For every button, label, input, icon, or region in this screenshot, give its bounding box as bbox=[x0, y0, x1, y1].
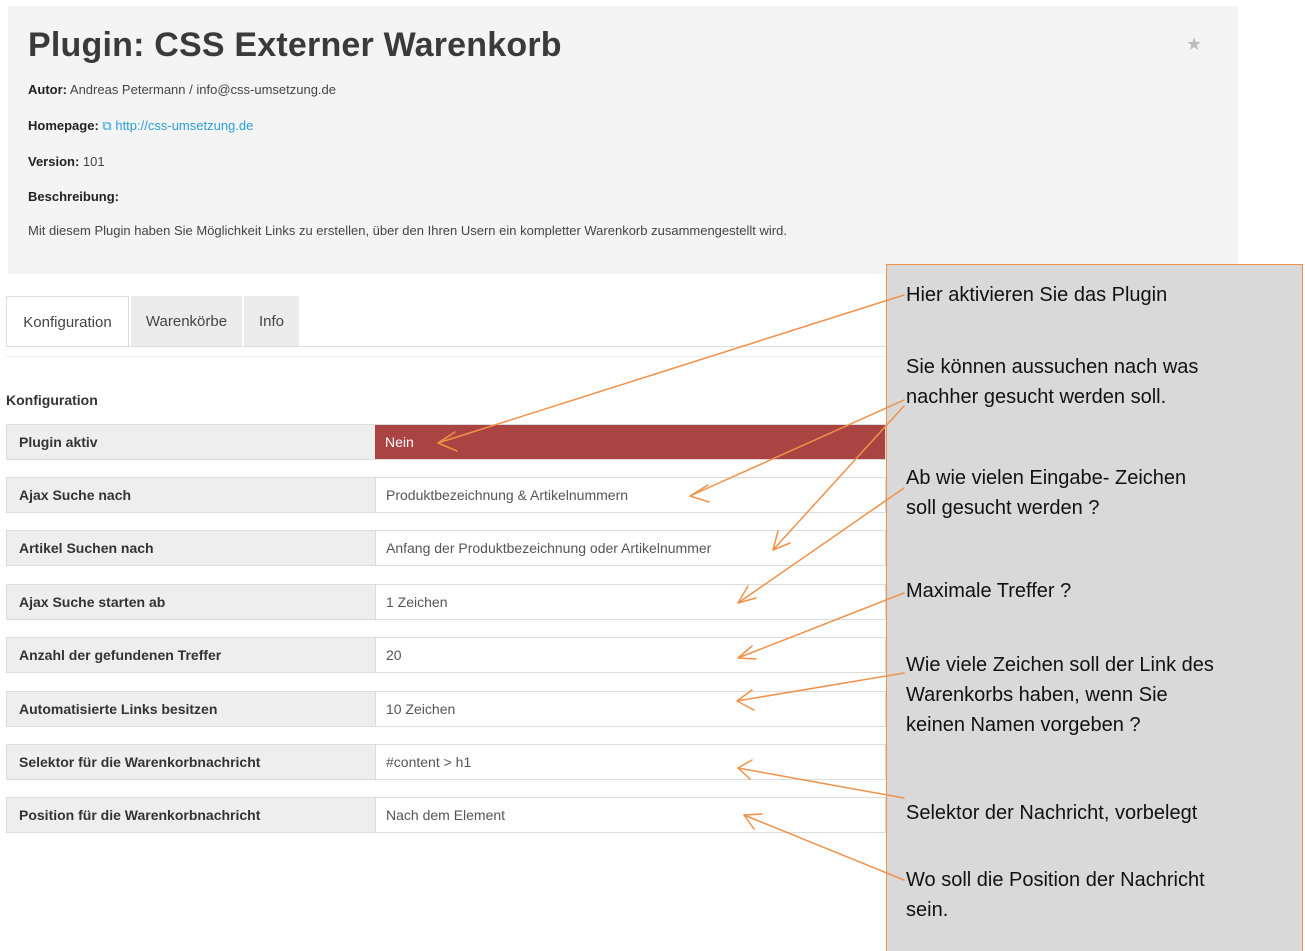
annotation-note: Wo soll die Position der Nachricht sein. bbox=[906, 865, 1296, 925]
annotation-note: Ab wie vielen Eingabe- Zeichen soll gesu… bbox=[906, 463, 1296, 523]
annotation-note: Wie viele Zeichen soll der Link des Ware… bbox=[906, 650, 1296, 740]
config-row-selektor: Selektor für die Warenkorbnachricht #con… bbox=[6, 744, 886, 780]
config-value[interactable]: Nach dem Element bbox=[375, 798, 885, 832]
section-title: Konfiguration bbox=[6, 392, 98, 408]
version-label: Version: bbox=[28, 154, 80, 169]
config-value[interactable]: 10 Zeichen bbox=[375, 692, 885, 726]
annotation-line: keinen Namen vorgeben ? bbox=[906, 714, 1141, 736]
tab-konfiguration[interactable]: Konfiguration bbox=[6, 296, 129, 347]
config-value-status-badge[interactable]: Nein bbox=[375, 425, 885, 459]
annotation-line: nachher gesucht werden soll. bbox=[906, 386, 1167, 408]
annotation-line: Wie viele Zeichen soll der Link des bbox=[906, 654, 1214, 676]
annotation-line: Sie können aussuchen nach was bbox=[906, 356, 1199, 378]
annotation-line: Maximale Treffer ? bbox=[906, 580, 1072, 602]
config-row-automatisierte-links: Automatisierte Links besitzen 10 Zeichen bbox=[6, 691, 886, 727]
version-line: Version: 101 bbox=[28, 154, 105, 169]
config-row-plugin-aktiv: Plugin aktiv Nein bbox=[6, 424, 886, 460]
annotation-note: Hier aktivieren Sie das Plugin bbox=[906, 280, 1296, 310]
annotation-line: soll gesucht werden ? bbox=[906, 497, 1100, 519]
config-row-ajax-suche-starten-ab: Ajax Suche starten ab 1 Zeichen bbox=[6, 584, 886, 620]
annotation-line: Warenkorbs haben, wenn Sie bbox=[906, 684, 1168, 706]
description-label-line: Beschreibung: bbox=[28, 189, 119, 204]
annotation-note: Sie können aussuchen nach was nachher ge… bbox=[906, 352, 1296, 412]
config-row-ajax-suche-nach: Ajax Suche nach Produktbezeichnung & Art… bbox=[6, 477, 886, 513]
config-label: Artikel Suchen nach bbox=[7, 531, 375, 565]
config-value[interactable]: Produktbezeichnung & Artikelnummern bbox=[375, 478, 885, 512]
annotation-line: sein. bbox=[906, 899, 949, 921]
config-label: Ajax Suche nach bbox=[7, 478, 375, 512]
config-label: Selektor für die Warenkorbnachricht bbox=[7, 745, 375, 779]
config-label: Automatisierte Links besitzen bbox=[7, 692, 375, 726]
config-value[interactable]: 1 Zeichen bbox=[375, 585, 885, 619]
homepage-line: Homepage: ⧉ http://css-umsetzung.de bbox=[28, 118, 253, 134]
config-value[interactable]: #content > h1 bbox=[375, 745, 885, 779]
content-divider bbox=[6, 356, 886, 357]
description-text: Mit diesem Plugin haben Sie Möglichkeit … bbox=[28, 223, 787, 238]
config-value[interactable]: Anfang der Produktbezeichnung oder Artik… bbox=[375, 531, 885, 565]
annotation-note: Maximale Treffer ? bbox=[906, 576, 1296, 606]
config-row-position: Position für die Warenkorbnachricht Nach… bbox=[6, 797, 886, 833]
config-label: Position für die Warenkorbnachricht bbox=[7, 798, 375, 832]
annotation-line: Ab wie vielen Eingabe- Zeichen bbox=[906, 467, 1187, 489]
annotation-line: Hier aktivieren Sie das Plugin bbox=[906, 284, 1168, 306]
author-line: Autor: Andreas Petermann / info@css-umse… bbox=[28, 82, 336, 97]
annotation-line: Selektor der Nachricht, vorbelegt bbox=[906, 802, 1198, 824]
config-label: Plugin aktiv bbox=[7, 425, 375, 459]
star-icon[interactable]: ★ bbox=[1186, 34, 1202, 55]
tab-info[interactable]: Info bbox=[244, 296, 299, 347]
homepage-link[interactable]: http://css-umsetzung.de bbox=[115, 118, 253, 133]
config-label: Anzahl der gefundenen Treffer bbox=[7, 638, 375, 672]
config-label: Ajax Suche starten ab bbox=[7, 585, 375, 619]
external-link-icon: ⧉ bbox=[102, 118, 112, 133]
author-value: Andreas Petermann / info@css-umsetzung.d… bbox=[67, 82, 337, 97]
version-value: 101 bbox=[79, 154, 105, 169]
page-title: Plugin: CSS Externer Warenkorb bbox=[28, 26, 562, 64]
author-label: Autor: bbox=[28, 82, 67, 97]
tabs-divider bbox=[6, 346, 886, 347]
config-row-artikel-suchen-nach: Artikel Suchen nach Anfang der Produktbe… bbox=[6, 530, 886, 566]
annotation-note: Selektor der Nachricht, vorbelegt bbox=[906, 798, 1296, 828]
description-label: Beschreibung: bbox=[28, 189, 120, 204]
homepage-label: Homepage: bbox=[28, 118, 99, 133]
tab-warenkoerbe[interactable]: Warenkörbe bbox=[131, 296, 242, 347]
annotation-line: Wo soll die Position der Nachricht bbox=[906, 869, 1205, 891]
config-value[interactable]: 20 bbox=[375, 638, 885, 672]
config-row-anzahl-treffer: Anzahl der gefundenen Treffer 20 bbox=[6, 637, 886, 673]
